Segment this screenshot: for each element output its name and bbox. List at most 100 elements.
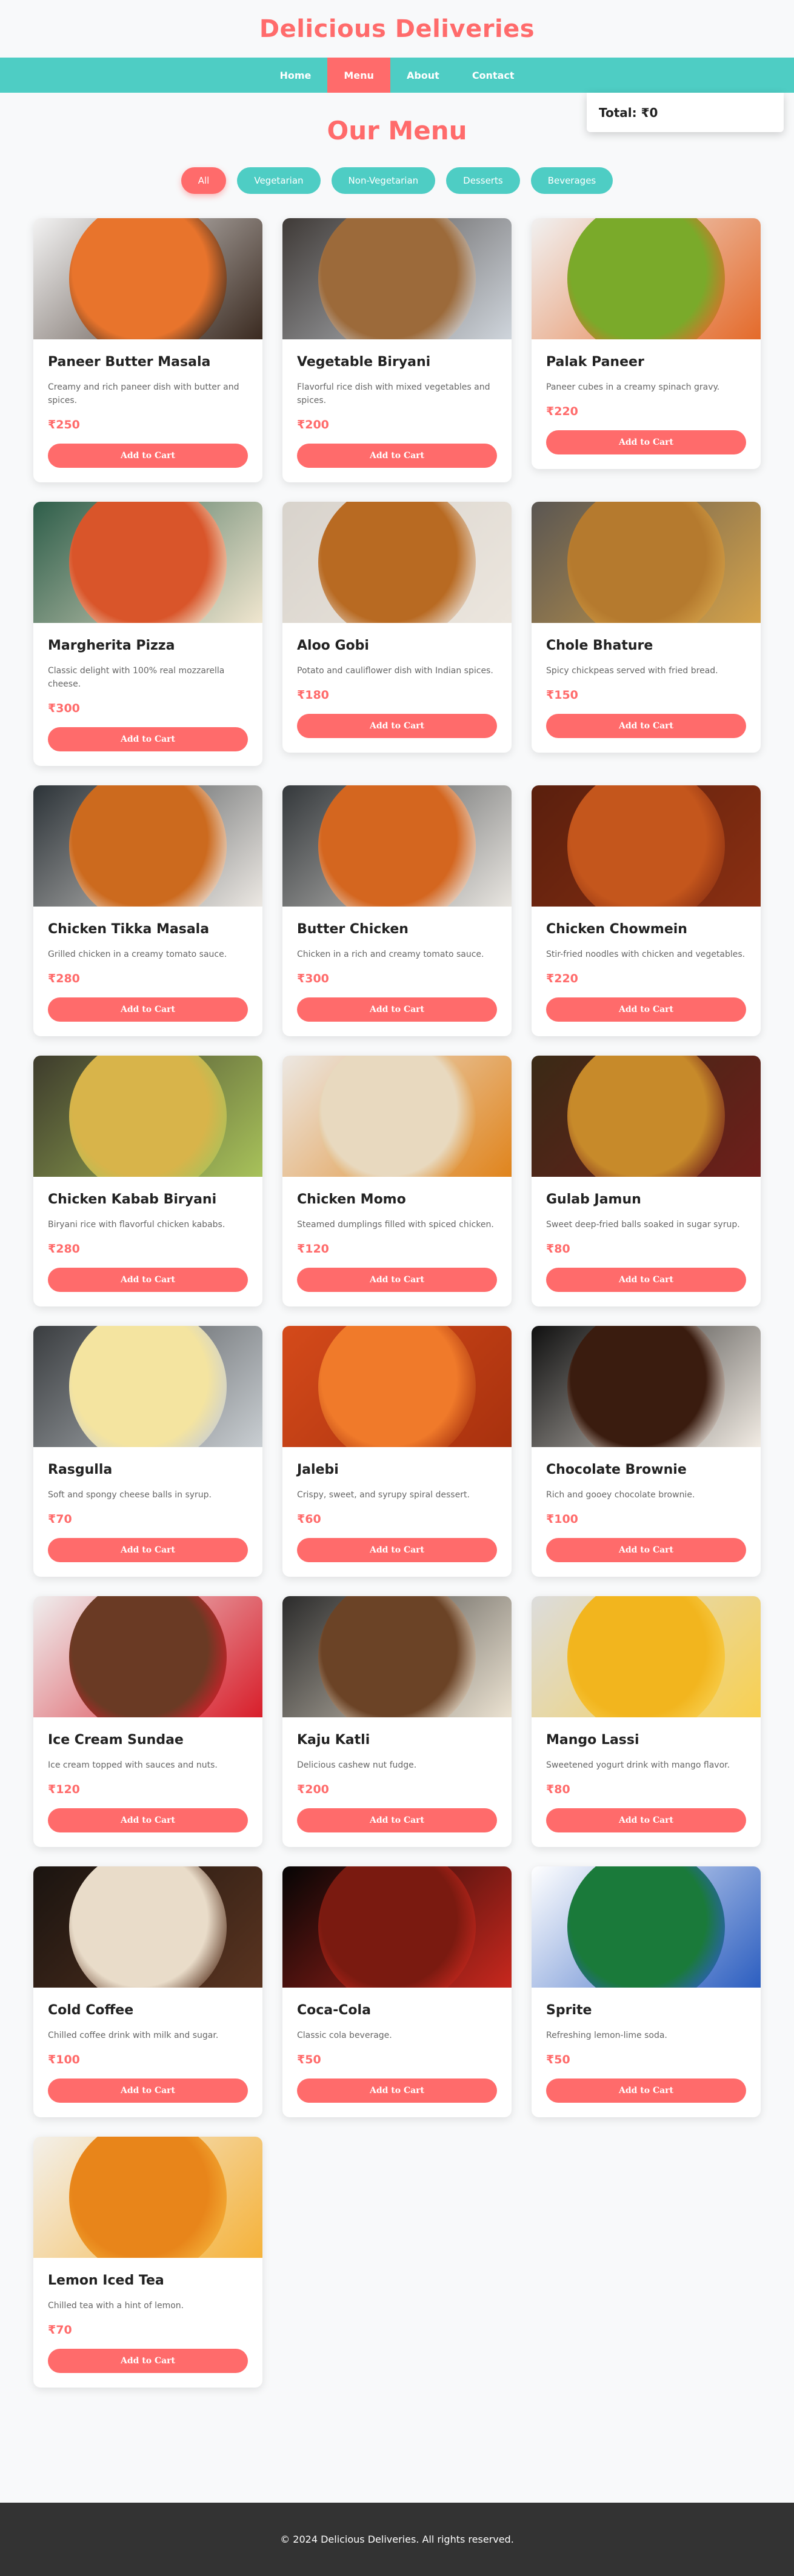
card-body: Aloo Gobi Potato and cauliflower dish wit…	[282, 623, 512, 753]
dish-price: ₹120	[297, 1242, 329, 1256]
chole-bhature-icon	[532, 502, 761, 623]
gulab-jamun-icon	[532, 1056, 761, 1177]
category-filters: All Vegetarian Non-Vegetarian Desserts B…	[0, 167, 794, 194]
dish-name: Mango Lassi	[546, 1732, 639, 1748]
add-to-cart-button[interactable]: Add to Cart	[48, 1538, 248, 1562]
filter-vegetarian-button[interactable]: Vegetarian	[237, 167, 321, 194]
dish-price: ₹70	[48, 1513, 72, 1526]
filter-non-vegetarian-button[interactable]: Non-Vegetarian	[331, 167, 436, 194]
dish-description: Crispy, sweet, and syrupy spiral dessert…	[297, 1490, 470, 1500]
add-to-cart-button[interactable]: Add to Cart	[297, 1268, 497, 1292]
nav-about[interactable]: About	[390, 58, 456, 93]
filter-desserts-button[interactable]: Desserts	[446, 167, 520, 194]
menu-card: Butter Chicken Chicken in a rich and crea…	[282, 785, 512, 1036]
add-to-cart-button[interactable]: Add to Cart	[48, 2078, 248, 2103]
add-to-cart-button[interactable]: Add to Cart	[297, 1538, 497, 1562]
dish-price: ₹100	[546, 1513, 578, 1526]
biryani-bowl-icon	[282, 218, 512, 339]
spinach-curry-icon	[532, 218, 761, 339]
card-body: Butter Chicken Chicken in a rich and crea…	[282, 907, 512, 1036]
aloo-gobi-icon	[282, 502, 512, 623]
menu-card: Vegetable Biryani Flavorful rice dish wit…	[282, 218, 512, 482]
dish-price: ₹70	[48, 2323, 72, 2337]
nav-home[interactable]: Home	[263, 58, 327, 93]
add-to-cart-button[interactable]: Add to Cart	[297, 714, 497, 738]
dish-price: ₹100	[48, 2053, 80, 2066]
cold-coffee-icon	[33, 1866, 262, 1988]
dish-name: Chicken Tikka Masala	[48, 922, 210, 937]
filter-beverages-button[interactable]: Beverages	[530, 167, 613, 194]
menu-card: Chicken Tikka Masala Grilled chicken in a…	[33, 785, 262, 1036]
dish-price: ₹280	[48, 1242, 80, 1256]
menu-card: Chicken Momo Steamed dumplings filled wit…	[282, 1056, 512, 1306]
add-to-cart-button[interactable]: Add to Cart	[48, 1808, 248, 1832]
dish-description: Chilled tea with a hint of lemon.	[48, 2301, 184, 2311]
add-to-cart-button[interactable]: Add to Cart	[48, 2349, 248, 2373]
dish-description: Creamy and rich paneer dish with butter …	[48, 382, 239, 405]
add-to-cart-button[interactable]: Add to Cart	[48, 727, 248, 751]
dish-price: ₹150	[546, 688, 578, 702]
dish-name: Chicken Chowmein	[546, 922, 687, 937]
kaju-katli-icon	[282, 1596, 512, 1717]
cola-icon	[282, 1866, 512, 1988]
dish-name: Aloo Gobi	[297, 638, 369, 653]
site-header: Delicious Deliveries	[0, 0, 794, 58]
add-to-cart-button[interactable]: Add to Cart	[546, 1268, 746, 1292]
menu-card: Palak Paneer Paneer cubes in a creamy spi…	[532, 218, 761, 469]
add-to-cart-button[interactable]: Add to Cart	[48, 1268, 248, 1292]
add-to-cart-button[interactable]: Add to Cart	[546, 430, 746, 454]
paneer-curry-icon	[33, 218, 262, 339]
dish-name: Margherita Pizza	[48, 638, 175, 653]
dish-price: ₹50	[546, 2053, 570, 2066]
card-body: Rasgulla Soft and spongy cheese balls in …	[33, 1447, 262, 1577]
dish-name: Chole Bhature	[546, 638, 653, 653]
dish-price: ₹200	[297, 418, 329, 431]
menu-grid: Paneer Butter Masala Creamy and rich pane…	[33, 218, 761, 2388]
add-to-cart-button[interactable]: Add to Cart	[297, 1808, 497, 1832]
kabab-biryani-icon	[33, 1056, 262, 1177]
dish-price: ₹50	[297, 2053, 321, 2066]
add-to-cart-button[interactable]: Add to Cart	[546, 2078, 746, 2103]
rasgulla-icon	[33, 1326, 262, 1447]
add-to-cart-button[interactable]: Add to Cart	[297, 997, 497, 1022]
dish-price: ₹300	[297, 972, 329, 985]
card-body: Vegetable Biryani Flavorful rice dish wit…	[282, 339, 512, 482]
card-body: Gulab Jamun Sweet deep-fried balls soaked…	[532, 1177, 761, 1306]
cart-total[interactable]: Total: ₹0	[587, 93, 784, 132]
add-to-cart-button[interactable]: Add to Cart	[546, 714, 746, 738]
dish-name: Vegetable Biryani	[297, 354, 431, 370]
menu-card: Chicken Chowmein Stir-fried noodles with …	[532, 785, 761, 1036]
nav-menu[interactable]: Menu	[327, 58, 390, 93]
add-to-cart-button[interactable]: Add to Cart	[546, 1538, 746, 1562]
dish-description: Classic delight with 100% real mozzarell…	[48, 666, 225, 689]
add-to-cart-button[interactable]: Add to Cart	[297, 444, 497, 468]
nav-contact[interactable]: Contact	[456, 58, 531, 93]
add-to-cart-button[interactable]: Add to Cart	[546, 997, 746, 1022]
dish-price: ₹250	[48, 418, 80, 431]
dish-description: Ice cream topped with sauces and nuts.	[48, 1760, 218, 1770]
filter-all-button[interactable]: All	[181, 167, 227, 194]
dish-description: Soft and spongy cheese balls in syrup.	[48, 1490, 212, 1500]
card-body: Ice Cream Sundae Ice cream topped with sa…	[33, 1717, 262, 1847]
menu-card: Cold Coffee Chilled coffee drink with mil…	[33, 1866, 262, 2117]
add-to-cart-button[interactable]: Add to Cart	[546, 1808, 746, 1832]
dish-description: Sweetened yogurt drink with mango flavor…	[546, 1760, 730, 1770]
add-to-cart-button[interactable]: Add to Cart	[297, 2078, 497, 2103]
add-to-cart-button[interactable]: Add to Cart	[48, 997, 248, 1022]
dish-name: Ice Cream Sundae	[48, 1732, 184, 1748]
add-to-cart-button[interactable]: Add to Cart	[48, 444, 248, 468]
iced-tea-icon	[33, 2137, 262, 2258]
butter-chicken-icon	[282, 785, 512, 907]
dish-name: Jalebi	[297, 1462, 339, 1477]
brownie-icon	[532, 1326, 761, 1447]
dish-name: Gulab Jamun	[546, 1192, 641, 1207]
card-body: Sprite Refreshing lemon-lime soda. ₹50 Add …	[532, 1988, 761, 2117]
noodles-icon	[532, 785, 761, 907]
menu-card: Lemon Iced Tea Chilled tea with a hint of…	[33, 2137, 262, 2388]
dish-name: Butter Chicken	[297, 922, 409, 937]
dish-name: Rasgulla	[48, 1462, 113, 1477]
dish-name: Lemon Iced Tea	[48, 2273, 164, 2288]
dish-name: Paneer Butter Masala	[48, 354, 211, 370]
dish-name: Chicken Kabab Biryani	[48, 1192, 217, 1207]
menu-card: Kaju Katli Delicious cashew nut fudge. ₹20…	[282, 1596, 512, 1847]
